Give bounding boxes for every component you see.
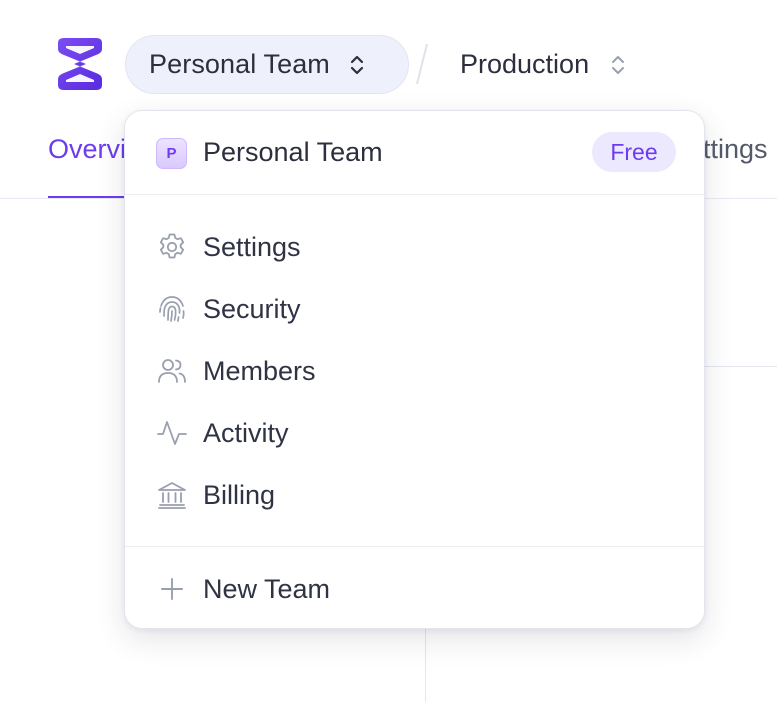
new-team-button[interactable]: New Team xyxy=(125,561,704,617)
brand-logo-icon[interactable] xyxy=(52,37,108,91)
menu-item-label: Security xyxy=(203,294,301,324)
team-switcher-label: Personal Team xyxy=(149,49,330,79)
team-switcher-button[interactable]: Personal Team xyxy=(125,35,409,94)
menu-item-security[interactable]: Security xyxy=(125,281,704,337)
current-team-row[interactable]: P Personal Team Free xyxy=(125,111,704,194)
team-dropdown-menu: P Personal Team Free Settings Security M… xyxy=(124,110,705,629)
menu-divider xyxy=(125,194,704,195)
menu-item-billing[interactable]: Billing xyxy=(125,467,704,523)
menu-item-label: Settings xyxy=(203,232,301,262)
background-divider xyxy=(700,366,777,367)
menu-item-activity[interactable]: Activity xyxy=(125,405,704,461)
new-team-label: New Team xyxy=(203,574,331,604)
menu-item-label: Members xyxy=(203,356,316,386)
background-divider xyxy=(425,628,426,702)
environment-switcher-label: Production xyxy=(460,49,590,79)
chevron-up-down-icon xyxy=(350,55,364,74)
team-avatar: P xyxy=(156,138,187,169)
bank-icon xyxy=(158,482,186,509)
tab-settings[interactable]: Settings xyxy=(700,134,777,165)
plan-badge: Free xyxy=(592,132,676,172)
menu-item-label: Billing xyxy=(203,480,276,510)
chevron-up-down-icon xyxy=(612,55,625,74)
menu-divider xyxy=(125,546,704,547)
tab-settings-label: Settings xyxy=(700,134,768,164)
page: Personal Team Production Overview Settin… xyxy=(0,0,777,702)
menu-item-settings[interactable]: Settings xyxy=(125,219,704,275)
breadcrumb-separator xyxy=(416,43,428,85)
menu-item-label: Activity xyxy=(203,418,289,448)
current-team-name: Personal Team xyxy=(203,137,383,167)
environment-switcher-button[interactable]: Production xyxy=(442,35,662,94)
gear-icon xyxy=(159,233,185,259)
fingerprint-icon xyxy=(159,296,185,322)
users-icon xyxy=(158,359,186,383)
plus-icon xyxy=(161,578,183,600)
menu-item-members[interactable]: Members xyxy=(125,343,704,399)
activity-icon xyxy=(157,421,187,445)
